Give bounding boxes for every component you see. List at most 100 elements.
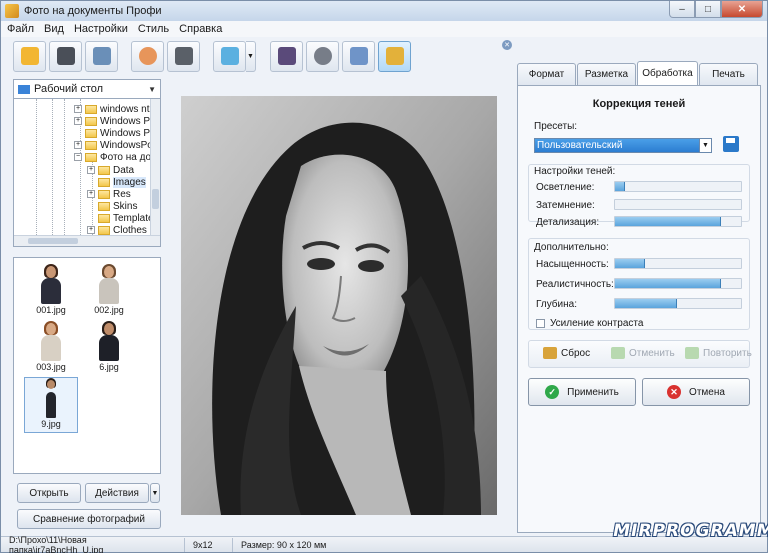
tab-format[interactable]: Формат xyxy=(517,63,576,85)
scroll-thumb[interactable] xyxy=(152,189,159,209)
tree-item-label: Windows Po xyxy=(100,127,156,139)
thumbnail-item[interactable]: 002.jpg xyxy=(82,264,136,320)
undo-label: Отменить xyxy=(629,347,675,359)
export-button[interactable] xyxy=(378,40,411,72)
open-button[interactable]: Открыть xyxy=(17,483,81,503)
compare-photos-button[interactable]: Сравнение фотографий xyxy=(17,509,161,529)
tab-processing[interactable]: Обработка xyxy=(637,61,698,85)
folder-select[interactable]: Рабочий стол ▼ xyxy=(13,79,161,99)
menu-file[interactable]: Файл xyxy=(7,23,34,35)
save-button[interactable] xyxy=(49,40,82,72)
expand-toggle[interactable]: + xyxy=(87,190,95,198)
darken-slider[interactable] xyxy=(614,199,742,210)
depth-label: Глубина: xyxy=(536,299,577,310)
folder-tree[interactable]: + windows nt + Windows Ph Windows Po + Wind… xyxy=(13,99,161,247)
wizard-button[interactable] xyxy=(13,40,46,72)
photo-preview[interactable] xyxy=(181,96,497,515)
menu-help[interactable]: Справка xyxy=(179,23,222,35)
tree-item[interactable]: − Фото на док xyxy=(74,151,155,163)
monitor-photo-button[interactable] xyxy=(213,40,246,72)
tree-item-label: windows nt xyxy=(100,103,150,115)
actions-dropdown-button[interactable]: ▼ xyxy=(150,483,160,503)
folder-icon xyxy=(98,201,110,211)
tab-layout[interactable]: Разметка xyxy=(577,63,636,85)
menu-settings[interactable]: Настройки xyxy=(74,23,128,35)
save-preset-icon[interactable] xyxy=(723,136,739,152)
minimize-button[interactable]: – xyxy=(669,1,695,18)
help-button[interactable] xyxy=(270,40,303,72)
tree-item-label: Фото на док xyxy=(100,151,156,163)
slider-fill xyxy=(615,279,721,288)
portrait-thumbnail xyxy=(38,321,64,361)
tab-print[interactable]: Печать xyxy=(699,63,758,85)
tree-item[interactable]: Windows Po xyxy=(85,127,156,139)
portrait-thumbnail xyxy=(38,264,64,304)
camera-icon xyxy=(174,47,193,65)
tree-item-selected[interactable]: Images xyxy=(98,176,146,188)
close-panel-icon[interactable]: ✕ xyxy=(502,40,512,50)
crop-person-button[interactable] xyxy=(131,40,164,72)
thumbnail-caption: 002.jpg xyxy=(94,305,124,315)
maximize-button[interactable]: □ xyxy=(695,1,721,18)
tag-icon xyxy=(349,47,368,65)
tab-strip: Формат Разметка Обработка Печать xyxy=(517,61,761,85)
undo-button[interactable]: Отменить xyxy=(611,347,675,359)
saturation-slider[interactable] xyxy=(614,258,742,269)
tag-button[interactable] xyxy=(342,40,375,72)
cancel-button[interactable]: ✕ Отмена xyxy=(642,378,750,406)
tree-item[interactable]: + Data xyxy=(87,164,134,176)
thumbnail-item[interactable]: 001.jpg xyxy=(24,264,78,320)
menu-view[interactable]: Вид xyxy=(44,23,64,35)
history-toolbar: Сброс Отменить Повторить xyxy=(528,340,752,368)
tree-item[interactable]: + windows nt xyxy=(74,103,149,115)
tree-item[interactable]: + Windows Ph xyxy=(74,115,156,127)
expand-toggle[interactable]: + xyxy=(87,166,95,174)
camera-button[interactable] xyxy=(167,40,200,72)
expand-toggle[interactable]: + xyxy=(87,226,95,234)
collapse-toggle[interactable]: − xyxy=(74,153,82,161)
save-icon xyxy=(56,47,75,65)
tree-item-label: Clothes xyxy=(113,224,147,236)
thumbnail-item[interactable]: 6.jpg xyxy=(82,321,136,377)
redo-button[interactable]: Повторить xyxy=(685,347,752,359)
tree-item[interactable]: Skins xyxy=(98,200,137,212)
video-button[interactable] xyxy=(306,40,339,72)
apply-button[interactable]: ✓ Применить xyxy=(528,378,636,406)
preset-select[interactable]: Пользовательский xyxy=(534,138,712,153)
toolbar: ▼ xyxy=(1,38,515,74)
contrast-checkbox[interactable] xyxy=(536,319,545,328)
expand-toggle[interactable]: + xyxy=(74,141,82,149)
print-button[interactable] xyxy=(85,40,118,72)
lighten-slider[interactable] xyxy=(614,181,742,192)
monitor-dropdown-button[interactable]: ▼ xyxy=(246,40,256,72)
folder-icon xyxy=(85,104,97,114)
depth-slider[interactable] xyxy=(614,298,742,309)
portrait-thumbnail xyxy=(96,264,122,304)
portrait-thumbnail xyxy=(96,321,122,361)
menu-style[interactable]: Стиль xyxy=(138,23,169,35)
thumbnail-caption: 6.jpg xyxy=(99,362,119,372)
broom-icon xyxy=(543,347,557,359)
tree-item[interactable]: Template xyxy=(98,212,154,224)
lighten-label: Осветление: xyxy=(536,182,595,193)
detail-slider[interactable] xyxy=(614,216,742,227)
close-button[interactable]: ✕ xyxy=(721,1,763,18)
expand-toggle[interactable]: + xyxy=(74,105,82,113)
realism-slider[interactable] xyxy=(614,278,742,289)
actions-button[interactable]: Действия xyxy=(85,483,149,503)
scroll-thumb[interactable] xyxy=(28,238,78,244)
tree-item[interactable]: + Res xyxy=(87,188,131,200)
thumbnail-item-selected[interactable]: 9.jpg xyxy=(24,377,78,433)
chevron-down-icon[interactable]: ▼ xyxy=(699,138,712,153)
desktop-icon xyxy=(18,84,30,94)
tree-vertical-scrollbar[interactable] xyxy=(150,99,160,235)
contrast-label: Усиление контраста xyxy=(550,318,644,329)
slider-fill xyxy=(615,299,677,308)
status-path: D:\Прохо\11\Новая папка\jr7aBncHh_U.jpg xyxy=(1,535,185,553)
panel-title: Коррекция теней xyxy=(592,98,686,110)
expand-toggle[interactable]: + xyxy=(74,117,82,125)
tree-item[interactable]: + WindowsPov xyxy=(74,139,158,151)
thumbnail-item[interactable]: 003.jpg xyxy=(24,321,78,377)
reset-button[interactable]: Сброс xyxy=(543,347,590,359)
tree-horizontal-scrollbar[interactable] xyxy=(14,235,160,246)
